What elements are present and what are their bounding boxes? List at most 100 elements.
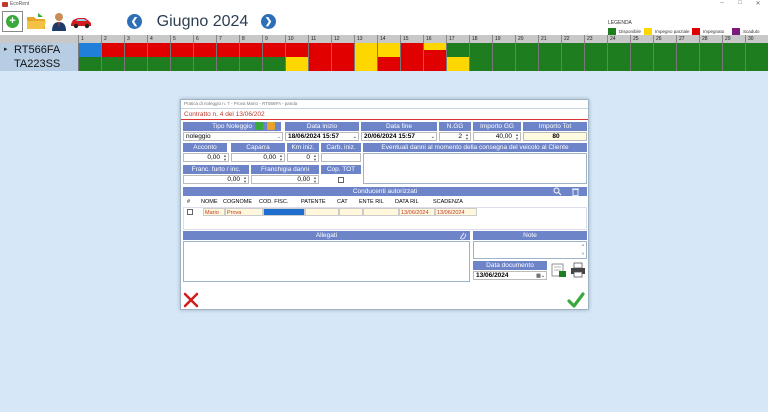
confirm-button[interactable] xyxy=(567,291,585,309)
day-cell[interactable] xyxy=(699,43,722,57)
data-fine-field[interactable]: 20/06/2024 15:57 ⌄ xyxy=(361,132,437,141)
previous-month-button[interactable]: ❮ xyxy=(127,14,142,29)
day-cell[interactable] xyxy=(607,57,630,71)
vehicles-button[interactable] xyxy=(70,11,92,32)
day-cell[interactable] xyxy=(653,57,676,71)
day-cell[interactable] xyxy=(423,57,446,71)
day-cell[interactable] xyxy=(400,57,423,71)
day-cell[interactable] xyxy=(193,43,216,57)
danni-textarea[interactable] xyxy=(363,153,587,184)
day-cell[interactable] xyxy=(377,57,400,71)
data-documento-field[interactable]: 13/06/2024 ▦⌄ xyxy=(473,271,547,280)
day-cell[interactable] xyxy=(262,57,285,71)
franc-stepper[interactable]: 0,00 ▲ ▼ xyxy=(183,175,249,184)
cancel-button[interactable] xyxy=(183,292,199,308)
day-cell[interactable] xyxy=(308,43,331,57)
day-cell[interactable] xyxy=(423,43,446,57)
tipo-noleggio-select[interactable]: noleggio ⌄ xyxy=(183,132,283,141)
day-cell[interactable] xyxy=(745,57,768,71)
day-cell[interactable] xyxy=(239,57,262,71)
spin-icon[interactable]: ▲ ▼ xyxy=(222,154,228,161)
day-cell[interactable] xyxy=(492,57,515,71)
day-cell[interactable] xyxy=(676,57,699,71)
day-cell[interactable] xyxy=(216,43,239,57)
day-cell[interactable] xyxy=(377,43,400,57)
day-cell[interactable] xyxy=(538,43,561,57)
next-month-button[interactable]: ❯ xyxy=(261,14,276,29)
day-cell[interactable] xyxy=(400,43,423,57)
day-cell[interactable] xyxy=(515,43,538,57)
importo-gg-stepper[interactable]: 40,00 ▲ ▼ xyxy=(473,132,521,141)
day-cell[interactable] xyxy=(170,43,193,57)
n-gg-stepper[interactable]: 2 ▲ ▼ xyxy=(439,132,471,141)
day-cell[interactable] xyxy=(538,57,561,71)
search-icon[interactable] xyxy=(553,187,562,196)
day-cell[interactable] xyxy=(308,57,331,71)
day-cell[interactable] xyxy=(354,57,377,71)
open-folder-button[interactable] xyxy=(26,11,47,32)
vehicle-row[interactable]: TA223SS xyxy=(0,57,768,71)
day-cell[interactable] xyxy=(331,57,354,71)
day-cell[interactable] xyxy=(331,43,354,57)
note-textarea[interactable]: ▲ ▼ xyxy=(473,241,587,259)
day-cell[interactable] xyxy=(147,43,170,57)
paperclip-icon[interactable] xyxy=(459,231,467,240)
day-cell[interactable] xyxy=(78,43,101,57)
day-cell[interactable] xyxy=(469,57,492,71)
vehicle-row[interactable]: RT566FA ▸ xyxy=(0,43,768,57)
customers-button[interactable] xyxy=(49,11,70,32)
caparra-stepper[interactable]: 0,00 ▲ ▼ xyxy=(231,153,285,162)
edit-rental-type-icon[interactable] xyxy=(255,122,263,130)
day-cell[interactable] xyxy=(262,43,285,57)
day-cell[interactable] xyxy=(285,43,308,57)
day-cell[interactable] xyxy=(354,43,377,57)
maximize-icon[interactable]: □ xyxy=(734,0,746,6)
day-cell[interactable] xyxy=(492,43,515,57)
day-cell[interactable] xyxy=(446,43,469,57)
cop-tot-checkbox[interactable] xyxy=(338,177,344,183)
day-cell[interactable] xyxy=(101,57,124,71)
day-cell[interactable] xyxy=(101,43,124,57)
day-cell[interactable] xyxy=(124,43,147,57)
day-cell[interactable] xyxy=(170,57,193,71)
day-cell[interactable] xyxy=(515,57,538,71)
day-cell[interactable] xyxy=(469,43,492,57)
day-cell[interactable] xyxy=(745,43,768,57)
spin-icon[interactable]: ▲ ▼ xyxy=(278,154,284,161)
document-excel-icon[interactable] xyxy=(551,262,567,278)
trash-icon[interactable] xyxy=(571,187,580,196)
day-cell[interactable] xyxy=(561,43,584,57)
day-cell[interactable] xyxy=(630,57,653,71)
allegati-area[interactable] xyxy=(183,241,470,282)
day-cell[interactable] xyxy=(584,43,607,57)
spin-icon[interactable]: ▲ ▼ xyxy=(242,176,248,183)
day-cell[interactable] xyxy=(216,57,239,71)
day-cell[interactable] xyxy=(722,43,745,57)
spin-icon[interactable]: ▲ ▼ xyxy=(464,133,470,140)
km-iniz-stepper[interactable]: 0 ▲ ▼ xyxy=(287,153,319,162)
day-cell[interactable] xyxy=(584,57,607,71)
calendar-icon[interactable]: ▦⌄ xyxy=(536,272,545,279)
day-cell[interactable] xyxy=(607,43,630,57)
day-cell[interactable] xyxy=(699,57,722,71)
spin-icon[interactable]: ▲ ▼ xyxy=(312,154,318,161)
data-inizio-field[interactable]: 18/06/2024 15:57 ⌄ xyxy=(285,132,359,141)
day-cell[interactable] xyxy=(722,57,745,71)
vehicle-plate[interactable]: RT566FA ▸ xyxy=(0,43,78,57)
day-cell[interactable] xyxy=(676,43,699,57)
day-cell[interactable] xyxy=(653,43,676,57)
day-cell[interactable] xyxy=(239,43,262,57)
day-cell[interactable] xyxy=(124,57,147,71)
printer-icon[interactable] xyxy=(570,262,586,278)
carb-iniz-field[interactable] xyxy=(321,153,361,162)
spin-icon[interactable]: ▲ ▼ xyxy=(312,176,318,183)
acconto-stepper[interactable]: 0,00 ▲ ▼ xyxy=(183,153,229,162)
day-cell[interactable] xyxy=(78,57,101,71)
add-button[interactable]: + xyxy=(2,11,23,32)
day-cell[interactable] xyxy=(630,43,653,57)
spin-icon[interactable]: ▲ ▼ xyxy=(514,133,520,140)
day-cell[interactable] xyxy=(147,57,170,71)
manage-rental-type-icon[interactable] xyxy=(267,122,275,130)
scroll-up-icon[interactable]: ▲ xyxy=(581,242,585,247)
day-cell[interactable] xyxy=(561,57,584,71)
